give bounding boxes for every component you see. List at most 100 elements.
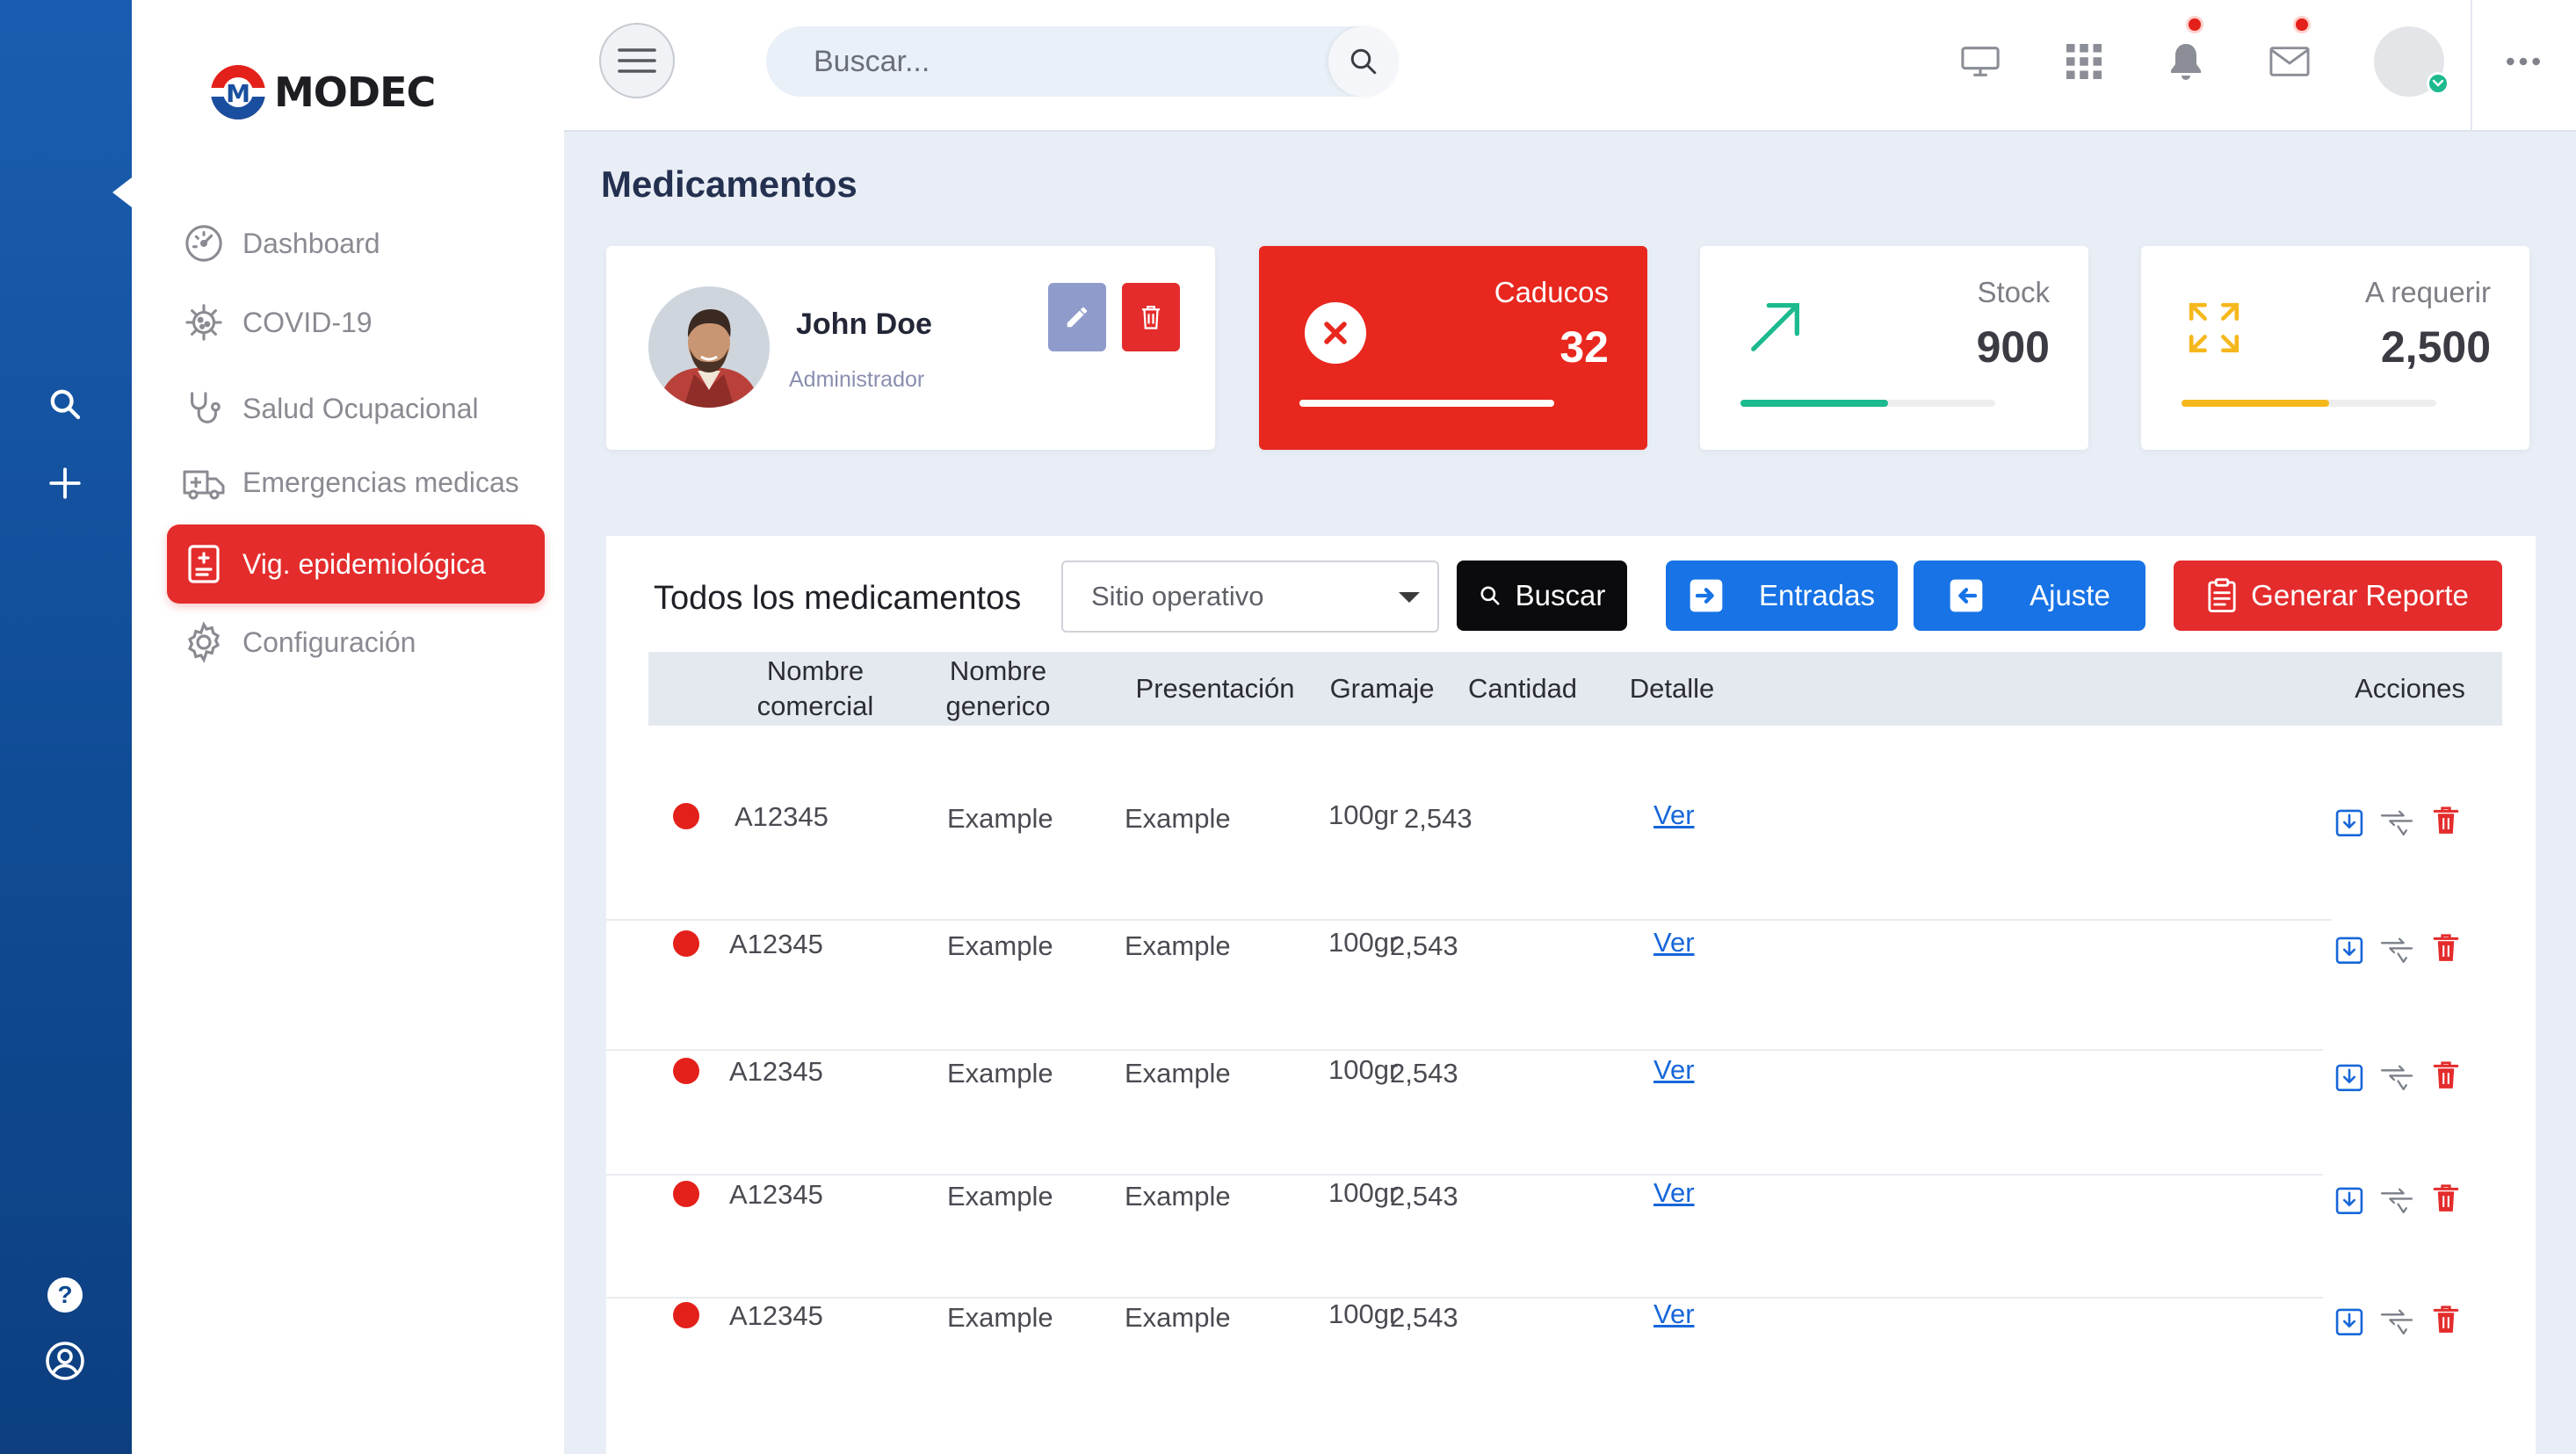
generar-reporte-label: Generar Reporte — [2251, 579, 2469, 611]
status-dot — [673, 803, 699, 829]
sidebar-item-emergencias[interactable]: Emergencias medicas — [167, 443, 545, 522]
brand-logo[interactable]: M MODEC — [209, 63, 436, 121]
status-dot — [673, 930, 699, 957]
search-icon — [1479, 584, 1501, 607]
download-icon[interactable] — [2332, 1183, 2367, 1218]
clipboard-icon — [181, 541, 227, 587]
transfer-icon[interactable] — [2379, 1060, 2414, 1095]
virus-icon — [181, 300, 227, 345]
column-header-cantidad[interactable]: Cantidad — [1457, 652, 1588, 726]
stat-progress-fill — [1740, 400, 1889, 407]
mail-icon[interactable] — [2263, 16, 2316, 88]
column-header-detalle[interactable]: Detalle — [1615, 652, 1729, 726]
trash-icon[interactable] — [2428, 803, 2464, 838]
stethoscope-icon — [181, 386, 227, 431]
column-header-presentacion[interactable]: Presentación — [1105, 652, 1325, 726]
cell-weight: 100gr — [1328, 1054, 1399, 1085]
plus-icon[interactable] — [39, 457, 91, 510]
stat-progress — [2182, 400, 2436, 407]
search-input[interactable] — [766, 26, 1328, 97]
column-header-gramaje[interactable]: Gramaje — [1316, 652, 1448, 726]
trash-icon[interactable] — [2428, 930, 2464, 966]
sidebar-item-label: Emergencias medicas — [242, 466, 519, 498]
download-icon[interactable] — [2332, 805, 2367, 840]
detail-link[interactable]: Ver — [1653, 1177, 1695, 1209]
sign-out-icon — [1949, 578, 1984, 613]
sidebar-item-covid[interactable]: COVID-19 — [167, 283, 545, 362]
stat-card-a-requerir[interactable]: A requerir 2,500 — [2141, 246, 2529, 450]
download-icon[interactable] — [2332, 1060, 2367, 1095]
cell-quantity: 2,543 — [1390, 1302, 1458, 1333]
profile-name: John Doe — [796, 307, 932, 341]
more-icon[interactable] — [2497, 35, 2550, 88]
search-button[interactable] — [1328, 26, 1399, 97]
trash-icon[interactable] — [2428, 1302, 2464, 1337]
cell-generic: Example — [947, 1181, 1053, 1212]
cell-generic: Example — [947, 803, 1053, 834]
detail-link[interactable]: Ver — [1653, 1298, 1695, 1330]
sidebar: M MODEC Dashboard COVID-19 Salud Ocupaci… — [132, 0, 564, 1454]
stat-card-stock[interactable]: Stock 900 — [1700, 246, 2088, 450]
x-circle-icon — [1305, 302, 1366, 364]
cell-weight: 100gr — [1328, 1177, 1399, 1208]
trash-icon[interactable] — [2428, 1181, 2464, 1216]
site-select[interactable]: Sitio operativo — [1061, 561, 1439, 633]
grid-icon[interactable] — [2058, 35, 2110, 88]
stat-value: 900 — [1976, 322, 2050, 372]
generar-reporte-button[interactable]: Generar Reporte — [2174, 561, 2502, 631]
edit-profile-button[interactable] — [1048, 283, 1106, 351]
sidebar-item-label: Dashboard — [242, 227, 380, 259]
sidebar-item-salud-ocupacional[interactable]: Salud Ocupacional — [167, 369, 545, 448]
detail-link[interactable]: Ver — [1653, 927, 1695, 958]
cell-presentation: Example — [1125, 930, 1231, 961]
sidebar-item-vig-epidemiologica[interactable]: Vig. epidemiológica — [167, 524, 545, 604]
entradas-button[interactable]: Entradas — [1666, 561, 1898, 631]
cell-weight: 100gr — [1328, 799, 1399, 830]
search-icon — [1350, 48, 1377, 75]
column-header-nombre-generico[interactable]: Nombre generico — [921, 652, 1075, 726]
sidebar-item-label: Configuración — [242, 626, 416, 658]
transfer-icon[interactable] — [2379, 932, 2414, 967]
column-header-acciones[interactable]: Acciones — [2335, 652, 2485, 726]
trash-icon[interactable] — [2428, 1058, 2464, 1093]
cell-weight: 100gr — [1328, 927, 1399, 958]
cell-generic: Example — [947, 1058, 1053, 1089]
left-rail: ? — [0, 0, 132, 1454]
user-avatar[interactable] — [2374, 26, 2449, 97]
transfer-icon[interactable] — [2379, 1183, 2414, 1218]
help-icon[interactable]: ? — [39, 1269, 91, 1321]
row-divider — [606, 919, 2332, 921]
stat-card-caducos[interactable]: Caducos 32 — [1259, 246, 1647, 450]
cell-quantity: 2,543 — [1390, 1181, 1458, 1212]
bell-icon[interactable] — [2160, 16, 2212, 88]
site-select-value: Sitio operativo — [1091, 581, 1264, 611]
pencil-icon — [1067, 307, 1088, 328]
gear-icon — [181, 619, 227, 665]
logo-text: MODEC — [274, 69, 436, 116]
download-icon[interactable] — [2332, 1304, 2367, 1339]
row-divider — [606, 1049, 2323, 1051]
delete-profile-button[interactable] — [1122, 283, 1180, 351]
sidebar-item-configuracion[interactable]: Configuración — [167, 603, 545, 682]
user-circle-icon[interactable] — [39, 1335, 91, 1387]
help-glyph: ? — [47, 1277, 83, 1313]
cell-code: A12345 — [729, 929, 823, 959]
ambulance-icon — [181, 459, 227, 505]
transfer-icon[interactable] — [2379, 805, 2414, 840]
transfer-icon[interactable] — [2379, 1304, 2414, 1339]
search-table-button[interactable]: Buscar — [1457, 561, 1627, 631]
detail-link[interactable]: Ver — [1653, 1054, 1695, 1086]
ajuste-button[interactable]: Ajuste — [1914, 561, 2145, 631]
detail-link[interactable]: Ver — [1653, 799, 1695, 831]
sidebar-item-dashboard[interactable]: Dashboard — [167, 204, 545, 283]
chevron-down-icon — [1399, 592, 1420, 603]
chevron-down-icon[interactable] — [2427, 72, 2449, 95]
menu-toggle-button[interactable] — [599, 23, 675, 98]
cell-code: A12345 — [734, 801, 829, 832]
download-icon[interactable] — [2332, 932, 2367, 967]
monitor-icon[interactable] — [1954, 35, 2007, 88]
cell-code: A12345 — [729, 1179, 823, 1210]
sidebar-item-label: Vig. epidemiológica — [242, 547, 486, 580]
column-header-nombre-comercial[interactable]: Nombre comercial — [733, 652, 898, 726]
search-icon[interactable] — [39, 378, 91, 430]
